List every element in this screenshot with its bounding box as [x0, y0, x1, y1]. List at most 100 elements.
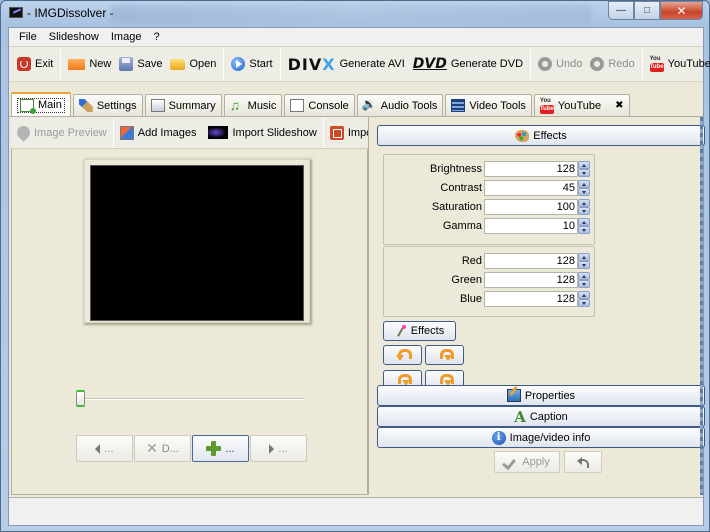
youtube-icon-top: You: [539, 97, 551, 104]
menu-help[interactable]: ?: [147, 31, 165, 43]
effects-button[interactable]: Effects: [383, 321, 456, 341]
app-window: - IMGDissolver - — □ ✕ File Slideshow Im…: [0, 0, 710, 532]
speaker-icon: [362, 97, 377, 112]
app-icon: [9, 7, 23, 18]
tab-strip: Main Settings Summary Music Console: [9, 92, 703, 116]
revert-button[interactable]: [564, 451, 602, 473]
menu-image[interactable]: Image: [105, 31, 148, 43]
open-label: Open: [189, 58, 217, 70]
red-spinner: [578, 253, 590, 269]
undo-icon: [538, 57, 553, 71]
save-button[interactable]: Save: [115, 52, 166, 76]
tab-main[interactable]: Main: [11, 92, 71, 116]
close-icon: ✕: [676, 3, 687, 18]
new-button[interactable]: New: [64, 52, 115, 76]
import-powerpoint-button[interactable]: Import Pow: [324, 121, 368, 145]
saturation-input[interactable]: 100: [484, 199, 578, 215]
spin-down-icon[interactable]: [578, 188, 590, 196]
add-images-button[interactable]: Add Images: [114, 121, 203, 145]
magnifier-icon: [14, 123, 33, 142]
delete-button[interactable]: ✕ D...: [134, 435, 191, 462]
apply-button[interactable]: Apply: [494, 451, 560, 473]
pane-splitter[interactable]: [368, 117, 374, 495]
spin-up-icon[interactable]: [578, 199, 590, 207]
timeline-slider-thumb[interactable]: [76, 390, 85, 407]
tools-icon: [78, 99, 93, 112]
effects-section-header[interactable]: Effects: [377, 125, 705, 146]
spin-down-icon[interactable]: [578, 261, 590, 269]
previous-button[interactable]: ...: [76, 435, 133, 462]
next-button[interactable]: ...: [250, 435, 307, 462]
exit-button[interactable]: Exit: [13, 52, 57, 76]
tab-console[interactable]: Console: [284, 94, 355, 116]
rotate-right-button[interactable]: [425, 345, 464, 365]
generate-dvd-label: Generate DVD: [450, 58, 524, 70]
spin-up-icon[interactable]: [578, 253, 590, 261]
close-button[interactable]: ✕: [660, 1, 703, 20]
spin-down-icon[interactable]: [578, 299, 590, 307]
info-icon: i: [491, 430, 506, 445]
spin-down-icon[interactable]: [578, 169, 590, 177]
youtube-icon: You Tube: [649, 56, 664, 72]
red-input[interactable]: 128: [484, 253, 578, 269]
generate-dvd-button[interactable]: DVD Generate DVD: [409, 52, 527, 76]
menu-file[interactable]: File: [13, 31, 43, 43]
import-slideshow-label: Import Slideshow: [232, 126, 317, 139]
image-preview-canvas[interactable]: [90, 165, 304, 321]
spin-up-icon[interactable]: [578, 272, 590, 280]
spin-down-icon[interactable]: [578, 207, 590, 215]
menu-slideshow[interactable]: Slideshow: [43, 31, 105, 43]
info-section-header[interactable]: i Image/video info: [377, 427, 705, 448]
tab-youtube-label: YouTube: [557, 99, 602, 112]
add-button[interactable]: ...: [192, 435, 249, 462]
window-edge: [700, 117, 703, 495]
contrast-input[interactable]: 45: [484, 180, 578, 196]
tab-music[interactable]: Music: [223, 94, 283, 116]
start-button[interactable]: Start: [227, 52, 276, 76]
maximize-button[interactable]: □: [634, 1, 660, 20]
properties-section-header[interactable]: Properties: [377, 385, 705, 406]
spin-up-icon[interactable]: [578, 180, 590, 188]
green-input[interactable]: 128: [484, 272, 578, 288]
rotate-left-button[interactable]: [383, 345, 422, 365]
generate-avi-label: Generate AVI: [339, 58, 405, 70]
spin-up-icon[interactable]: [578, 161, 590, 169]
caption-label: Caption: [529, 410, 568, 423]
tab-settings-label: Settings: [96, 99, 137, 112]
spin-down-icon[interactable]: [578, 226, 590, 234]
minimize-button[interactable]: —: [608, 1, 634, 20]
timeline-slider-track[interactable]: [82, 398, 304, 400]
spin-up-icon[interactable]: [578, 291, 590, 299]
import-slideshow-button[interactable]: Import Slideshow: [202, 121, 322, 145]
tab-close-icon[interactable]: ✖: [615, 100, 623, 111]
youtube-label: YouTube: [667, 58, 710, 70]
tab-video-tools[interactable]: Video Tools: [445, 94, 532, 116]
image-preview-button[interactable]: Image Preview: [11, 121, 113, 145]
tab-youtube[interactable]: You Tube YouTube ✖: [533, 94, 630, 116]
undo-button[interactable]: Undo: [534, 52, 586, 76]
generate-avi-button[interactable]: DIVX Generate AVI: [284, 52, 409, 76]
tab-audio-tools[interactable]: Audio Tools: [356, 94, 444, 116]
brightness-input[interactable]: 128: [484, 161, 578, 177]
blue-input[interactable]: 128: [484, 291, 578, 307]
gamma-input[interactable]: 10: [484, 218, 578, 234]
green-spinner: [578, 272, 590, 288]
blue-spinner: [578, 291, 590, 307]
title-bar[interactable]: - IMGDissolver - — □ ✕: [1, 1, 709, 27]
properties-label: Properties: [524, 389, 576, 402]
menu-bar: File Slideshow Image ?: [9, 28, 703, 46]
tab-summary[interactable]: Summary: [144, 94, 222, 116]
tab-settings[interactable]: Settings: [72, 94, 143, 116]
preview-area: ... ✕ D... ... ...: [11, 149, 368, 495]
divx-logo-text: DIV: [287, 54, 323, 74]
color-group: Red 128 Green 128 Blue 128: [383, 246, 595, 317]
redo-button[interactable]: Redo: [586, 52, 638, 76]
youtube-button[interactable]: You Tube YouTube: [646, 52, 710, 76]
floppy-disk-icon: [119, 57, 134, 71]
toolbar-separator: [60, 49, 62, 79]
spin-up-icon[interactable]: [578, 218, 590, 226]
caption-section-header[interactable]: A Caption: [377, 406, 705, 427]
open-button[interactable]: Open: [166, 52, 220, 76]
spin-down-icon[interactable]: [578, 280, 590, 288]
adjustments-group: Brightness 128 Contrast 45 Saturation 10…: [383, 154, 595, 245]
